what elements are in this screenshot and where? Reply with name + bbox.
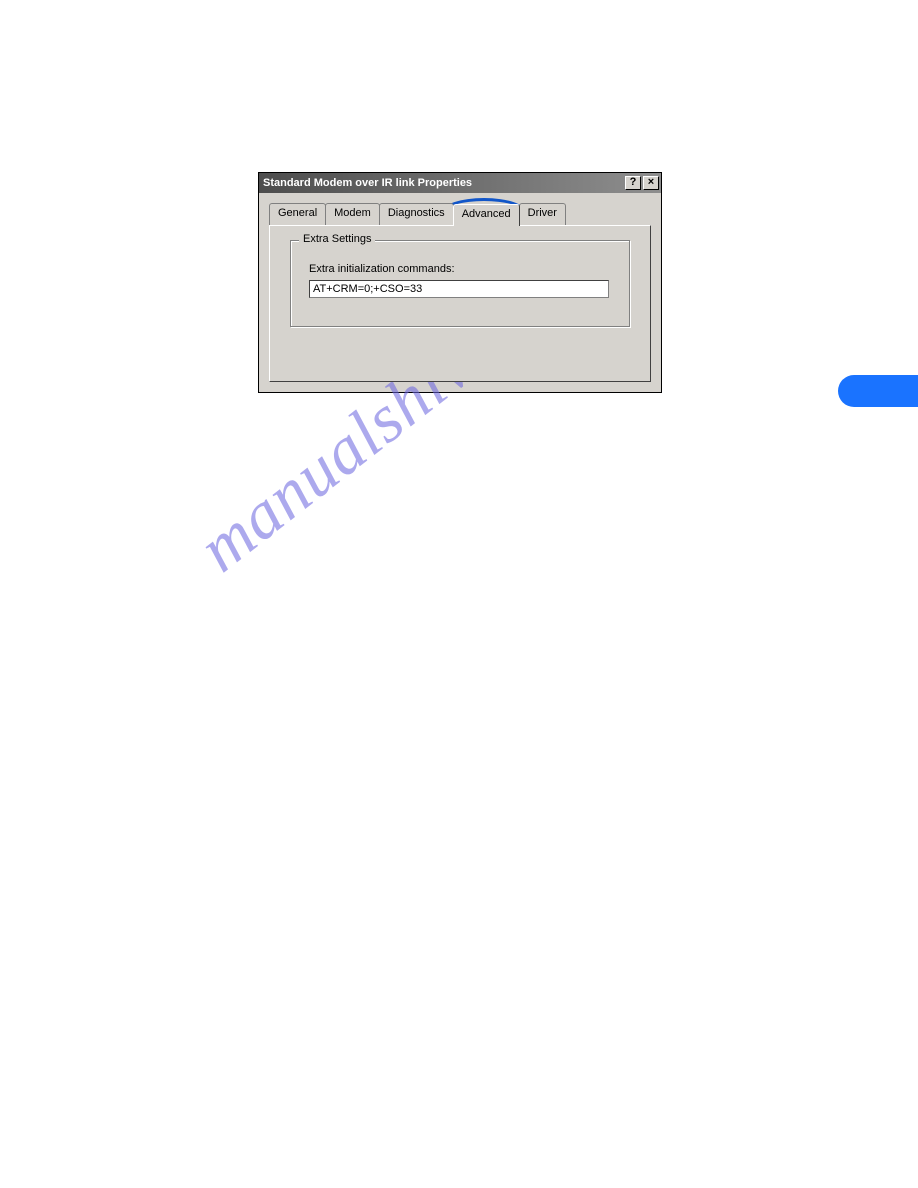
extra-init-label: Extra initialization commands: xyxy=(309,263,611,275)
help-button[interactable]: ? xyxy=(625,176,641,190)
titlebar-buttons: ? × xyxy=(625,176,661,190)
dialog-titlebar[interactable]: Standard Modem over IR link Properties ?… xyxy=(259,173,661,193)
group-legend: Extra Settings xyxy=(299,233,375,245)
modem-properties-dialog: Standard Modem over IR link Properties ?… xyxy=(258,172,662,393)
tab-modem[interactable]: Modem xyxy=(325,203,380,225)
tab-advanced[interactable]: Advanced xyxy=(453,204,520,226)
dialog-title: Standard Modem over IR link Properties xyxy=(263,177,625,189)
page-side-tab xyxy=(838,375,918,407)
tab-panel-advanced: Extra Settings Extra initialization comm… xyxy=(269,225,651,382)
tab-general[interactable]: General xyxy=(269,203,326,225)
extra-settings-group: Extra Settings Extra initialization comm… xyxy=(290,240,630,327)
extra-init-input[interactable] xyxy=(309,280,609,298)
tab-driver[interactable]: Driver xyxy=(519,203,566,225)
tab-diagnostics[interactable]: Diagnostics xyxy=(379,203,454,225)
close-button[interactable]: × xyxy=(643,176,659,190)
tabstrip: General Modem Diagnostics Advanced Drive… xyxy=(269,203,651,225)
